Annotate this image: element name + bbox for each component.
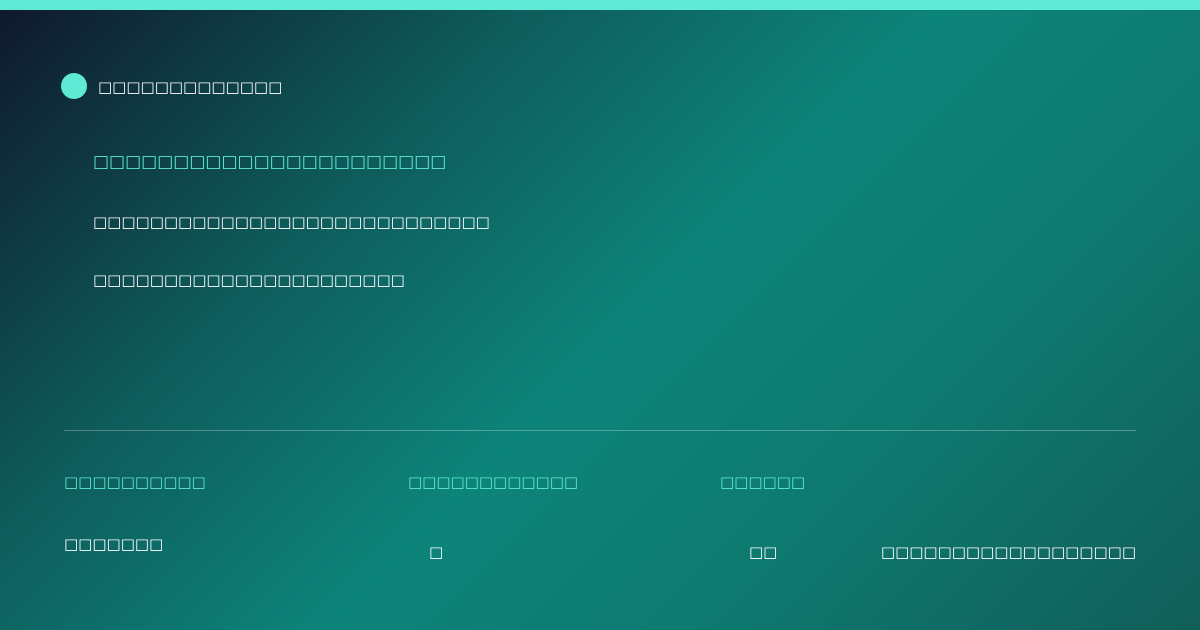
footer-value-1: □□□□□□□ — [64, 535, 164, 553]
footer-label-3: □□□□□□ — [720, 473, 806, 491]
footer-label-1: □□□□□□□□□□ — [64, 473, 206, 491]
subtitle-line-2: □□□□□□□□□□□□□□□□□□□□□□□□□□□□ — [93, 213, 490, 231]
footer-divider — [64, 430, 1136, 431]
footer-value-3: □□ — [749, 543, 778, 561]
headline: □□□□□□□□□□□□□□□□□□□□□□ — [93, 152, 447, 172]
subtitle-line-3: □□□□□□□□□□□□□□□□□□□□□□ — [93, 271, 405, 289]
brand-name: □□□□□□□□□□□□□ — [98, 78, 283, 96]
footer-label-2: □□□□□□□□□□□□ — [408, 473, 579, 491]
top-accent-bar — [0, 0, 1200, 10]
teal-circle-icon — [61, 73, 87, 99]
footer-value-4: □□□□□□□□□□□□□□□□□□ — [880, 543, 1136, 561]
footer-value-2: □ — [429, 543, 444, 561]
